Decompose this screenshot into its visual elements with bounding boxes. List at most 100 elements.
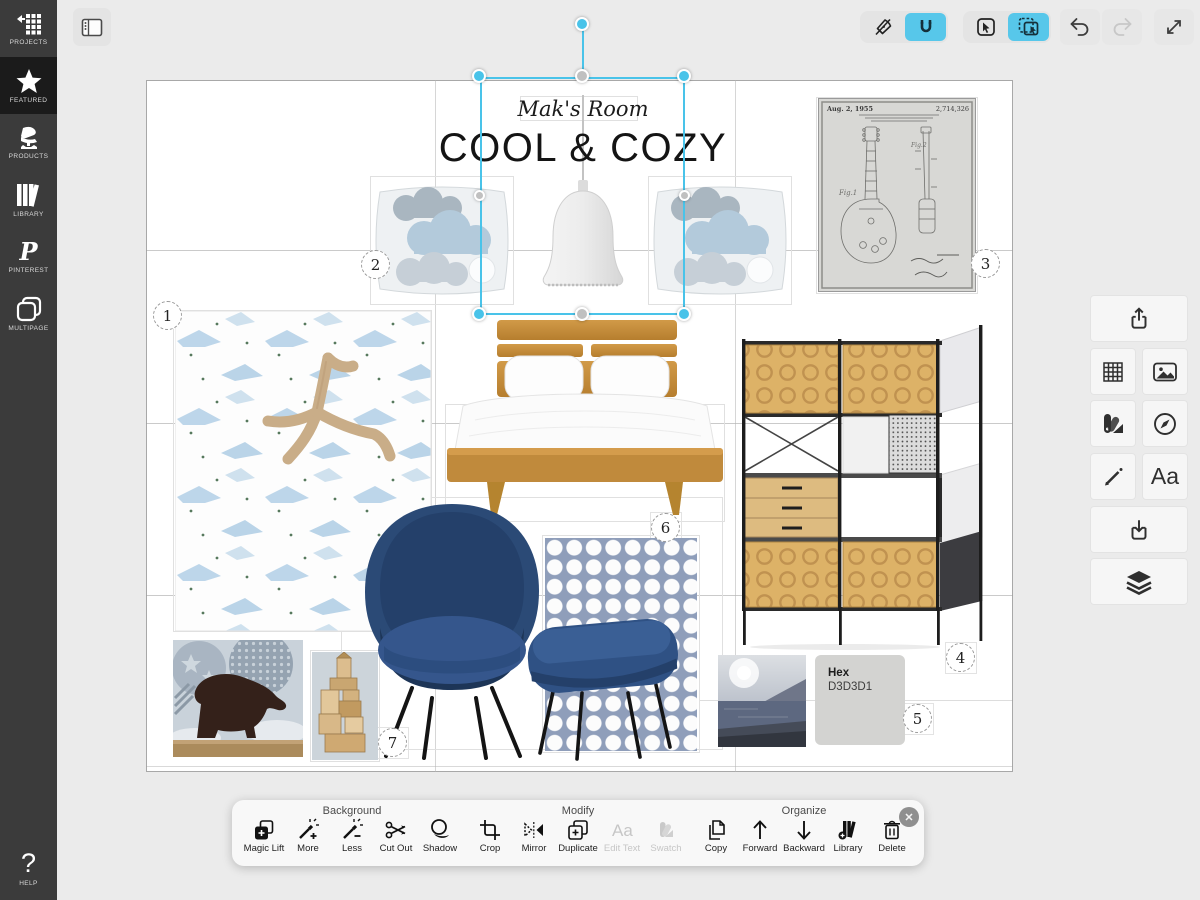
- toolbar-section-organize: Organize Copy Forward: [694, 805, 914, 866]
- item-badge-7[interactable]: 7: [378, 728, 407, 757]
- pinterest-icon: P: [19, 240, 37, 264]
- sidebar-item-products[interactable]: PRODUCTS: [0, 114, 57, 171]
- left-sidebar: PROJECTS FEATURED PRODUCTS: [0, 0, 57, 900]
- magnet-tool-button[interactable]: [905, 13, 946, 41]
- tool-label: Mirror: [522, 843, 547, 854]
- copy-button[interactable]: Copy: [694, 818, 738, 854]
- sidebar-label: MULTIPAGE: [8, 325, 48, 332]
- selection-handle-mr[interactable]: [679, 190, 690, 201]
- sidebar-item-featured[interactable]: FEATURED: [0, 57, 57, 114]
- crop-icon: [478, 818, 502, 842]
- selection-handle-tm[interactable]: [575, 69, 589, 83]
- arrow-up-icon: [748, 818, 772, 842]
- pen-slash-icon: [873, 17, 893, 37]
- hex-value: D3D3D1: [828, 681, 905, 693]
- selection-rectangle[interactable]: [480, 77, 685, 315]
- more-button[interactable]: More: [286, 818, 330, 854]
- guitar-patent-image[interactable]: Aug. 2, 1955 2,714,326: [818, 98, 976, 292]
- chair-icon: [15, 126, 43, 150]
- edit-text-button[interactable]: Aa Edit Text: [600, 818, 644, 854]
- import-button[interactable]: [1090, 506, 1188, 553]
- single-select-button[interactable]: [965, 13, 1006, 41]
- redo-button[interactable]: [1102, 9, 1142, 45]
- selection-handle-br[interactable]: [677, 307, 691, 321]
- magic-lift-icon: [252, 818, 276, 842]
- download-icon: [1126, 517, 1152, 543]
- rotation-handle[interactable]: [575, 17, 589, 31]
- pencil-button[interactable]: [1090, 453, 1136, 500]
- tool-label: More: [297, 843, 319, 854]
- tool-label: Shadow: [423, 843, 457, 854]
- panel-toggle-icon: [81, 18, 103, 37]
- sidebar-label: FEATURED: [10, 97, 48, 104]
- grid-view-button[interactable]: [1090, 348, 1136, 395]
- antler-image[interactable]: [252, 346, 397, 496]
- item-badge-4[interactable]: 4: [946, 643, 975, 672]
- patent-drawing: Fig.1 Fig.2: [819, 99, 975, 291]
- duplicate-button[interactable]: Duplicate: [556, 818, 600, 854]
- sidebar-item-multipage[interactable]: MULTIPAGE: [0, 285, 57, 342]
- tool-label: Magic Lift: [244, 843, 285, 854]
- sidebar-item-help[interactable]: ? HELP: [0, 836, 57, 900]
- item-badge-1[interactable]: 1: [153, 301, 182, 330]
- layers-icon: [1124, 569, 1154, 595]
- selection-handle-bm[interactable]: [575, 307, 589, 321]
- selection-handle-bl[interactable]: [472, 307, 486, 321]
- arrow-down-icon: [792, 818, 816, 842]
- mirror-button[interactable]: Mirror: [512, 818, 556, 854]
- hex-color-swatch[interactable]: Hex D3D3D1: [815, 655, 905, 745]
- compass-icon: [1152, 411, 1178, 437]
- guide-line: [146, 766, 1013, 767]
- close-icon[interactable]: ✕: [899, 807, 919, 827]
- sidebar-item-library[interactable]: LIBRARY: [0, 171, 57, 228]
- draw-tool-segmented: [860, 11, 948, 43]
- magic-lift-button[interactable]: Magic Lift: [242, 818, 286, 854]
- svg-text:Aa: Aa: [612, 821, 633, 840]
- tool-label: Duplicate: [558, 843, 598, 854]
- multi-select-button[interactable]: [1008, 13, 1049, 41]
- sidebar-label: LIBRARY: [13, 211, 44, 218]
- ocean-photo[interactable]: [718, 655, 806, 747]
- forward-button[interactable]: Forward: [738, 818, 782, 854]
- layers-button[interactable]: [1090, 558, 1188, 605]
- sidebar-toggle-button[interactable]: [73, 8, 111, 46]
- shadow-button[interactable]: Shadow: [418, 818, 462, 854]
- selection-handle-tr[interactable]: [677, 69, 691, 83]
- select-tool-segmented: [963, 11, 1051, 43]
- sidebar-item-pinterest[interactable]: P PINTEREST: [0, 228, 57, 285]
- fullscreen-button[interactable]: [1154, 9, 1194, 45]
- edit-text-icon: Aa: [610, 818, 634, 842]
- share-button[interactable]: [1090, 295, 1188, 342]
- hex-label: Hex: [828, 667, 905, 679]
- bed-image[interactable]: [445, 308, 725, 518]
- item-badge-6[interactable]: 6: [651, 513, 680, 542]
- selection-handle-tl[interactable]: [472, 69, 486, 83]
- shadow-icon: [428, 818, 452, 842]
- browser-button[interactable]: [1142, 400, 1188, 447]
- question-icon: ?: [21, 850, 36, 877]
- item-badge-5[interactable]: 5: [903, 704, 932, 733]
- text-icon: Aa: [1151, 463, 1179, 490]
- item-badge-3[interactable]: 3: [971, 249, 1000, 278]
- text-tool-button[interactable]: Aa: [1142, 453, 1188, 500]
- image-button[interactable]: [1142, 348, 1188, 395]
- crop-button[interactable]: Crop: [468, 818, 512, 854]
- swatch-button[interactable]: Swatch: [644, 818, 688, 854]
- item-badge-2[interactable]: 2: [361, 250, 390, 279]
- less-button[interactable]: Less: [330, 818, 374, 854]
- library-add-button[interactable]: Library: [826, 818, 870, 854]
- swatches-button[interactable]: [1090, 400, 1136, 447]
- tool-label: Library: [833, 843, 862, 854]
- sidebar-item-projects[interactable]: PROJECTS: [0, 0, 57, 57]
- redo-icon: [1110, 16, 1134, 38]
- sidebar-label: PRODUCTS: [9, 153, 49, 160]
- backward-button[interactable]: Backward: [782, 818, 826, 854]
- blue-ottoman-image[interactable]: [520, 595, 685, 765]
- undo-button[interactable]: [1060, 9, 1100, 45]
- selection-handle-ml[interactable]: [474, 190, 485, 201]
- cut-out-button[interactable]: Cut Out: [374, 818, 418, 854]
- bear-figurine-photo[interactable]: [173, 640, 303, 757]
- mirror-icon: [522, 818, 546, 842]
- storage-unit-image[interactable]: [730, 315, 995, 650]
- pen-tool-button[interactable]: [862, 13, 903, 41]
